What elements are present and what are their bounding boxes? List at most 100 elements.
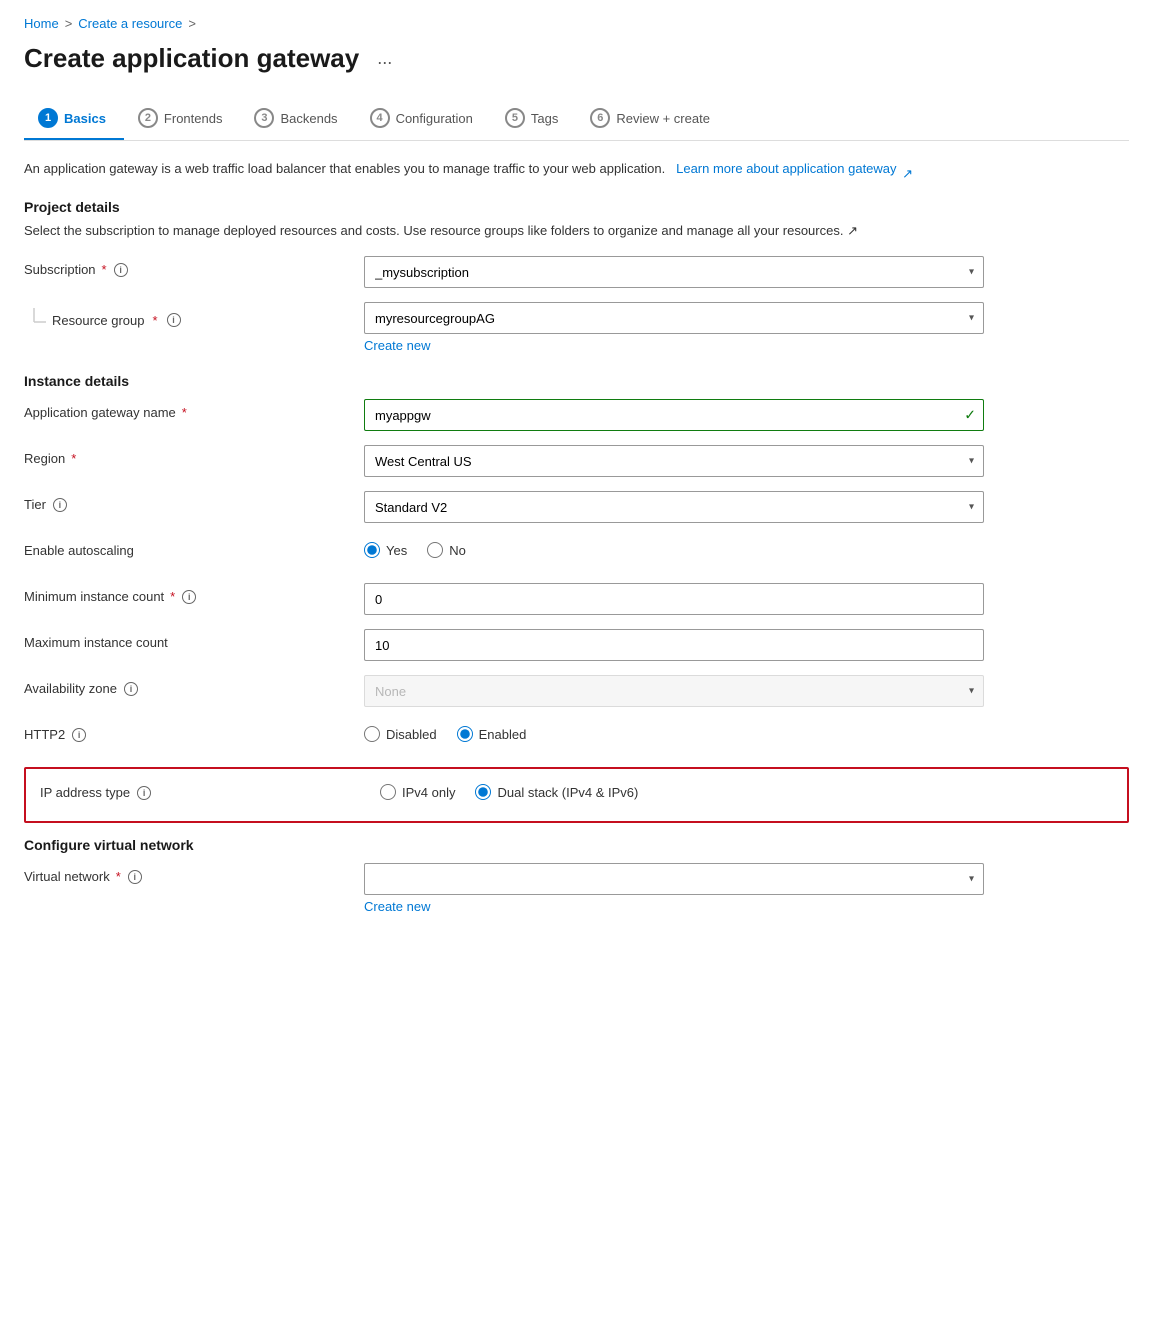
autoscaling-yes-label: Yes <box>386 543 407 558</box>
http2-disabled-radio[interactable] <box>364 726 380 742</box>
vnet-title: Configure virtual network <box>24 837 1129 853</box>
project-details-desc: Select the subscription to manage deploy… <box>24 221 1129 241</box>
gateway-name-input[interactable] <box>364 399 984 431</box>
autoscaling-no-option[interactable]: No <box>427 542 466 558</box>
tab-description: An application gateway is a web traffic … <box>24 159 1129 179</box>
breadcrumb-sep1: > <box>65 16 73 31</box>
learn-more-link[interactable]: Learn more about application gateway ↗ <box>672 161 914 176</box>
vnet-required: * <box>116 869 121 884</box>
indent-line-icon <box>24 308 46 332</box>
region-select-wrapper: West Central US ▾ <box>364 445 984 477</box>
resource-group-select[interactable]: myresourcegroupAG <box>364 302 984 334</box>
ip-type-control: IPv4 only Dual stack (IPv4 & IPv6) <box>380 779 1000 800</box>
ip-type-highlight-box: IP address type i IPv4 only Dual stack (… <box>24 767 1129 823</box>
tier-control: Standard V2 ▾ <box>364 491 984 523</box>
subscription-label: Subscription * i <box>24 256 364 277</box>
ip-type-ipv4-label: IPv4 only <box>402 785 455 800</box>
tab-basics[interactable]: 1 Basics <box>24 98 124 140</box>
subscription-select[interactable]: _mysubscription <box>364 256 984 288</box>
ip-type-ipv4-option[interactable]: IPv4 only <box>380 784 455 800</box>
tab-backends[interactable]: 3 Backends <box>240 98 355 140</box>
resource-group-info-icon[interactable]: i <box>167 313 181 327</box>
min-count-input[interactable] <box>364 583 984 615</box>
gateway-name-wrapper: ✓ <box>364 399 984 431</box>
resource-group-create-new-link[interactable]: Create new <box>364 338 430 353</box>
region-label: Region * <box>24 445 364 466</box>
http2-enabled-label: Enabled <box>479 727 527 742</box>
vnet-control: ▾ Create new <box>364 863 984 914</box>
region-required: * <box>71 451 76 466</box>
min-count-required: * <box>170 589 175 604</box>
tab-configuration[interactable]: 4 Configuration <box>356 98 491 140</box>
max-count-input[interactable] <box>364 629 984 661</box>
http2-enabled-option[interactable]: Enabled <box>457 726 527 742</box>
resource-group-select-wrapper: myresourcegroupAG ▾ <box>364 302 984 334</box>
ip-type-dual-option[interactable]: Dual stack (IPv4 & IPv6) <box>475 784 638 800</box>
ip-type-row: IP address type i IPv4 only Dual stack (… <box>40 779 1113 811</box>
http2-control: Disabled Enabled <box>364 721 984 742</box>
ip-type-dual-radio[interactable] <box>475 784 491 800</box>
avail-zone-select[interactable]: None <box>364 675 984 707</box>
ip-type-info-icon[interactable]: i <box>137 786 151 800</box>
tab-review-number: 6 <box>590 108 610 128</box>
autoscaling-yes-radio[interactable] <box>364 542 380 558</box>
min-count-info-icon[interactable]: i <box>182 590 196 604</box>
tab-frontends-number: 2 <box>138 108 158 128</box>
tab-configuration-number: 4 <box>370 108 390 128</box>
min-count-label: Minimum instance count * i <box>24 583 364 604</box>
breadcrumb-create-resource[interactable]: Create a resource <box>78 16 182 31</box>
region-select[interactable]: West Central US <box>364 445 984 477</box>
breadcrumb: Home > Create a resource > <box>24 16 1129 31</box>
autoscaling-radio-group: Yes No <box>364 537 984 558</box>
tier-select[interactable]: Standard V2 <box>364 491 984 523</box>
avail-zone-control: None ▾ <box>364 675 984 707</box>
vnet-label: Virtual network * i <box>24 863 364 884</box>
external-link-icon: ↗ <box>902 164 914 176</box>
vnet-info-icon[interactable]: i <box>128 870 142 884</box>
breadcrumb-home[interactable]: Home <box>24 16 59 31</box>
project-details-section: Project details Select the subscription … <box>24 199 1129 354</box>
autoscaling-control: Yes No <box>364 537 984 558</box>
page-title: Create application gateway <box>24 43 359 74</box>
tab-configuration-label: Configuration <box>396 111 473 126</box>
min-count-row: Minimum instance count * i <box>24 583 1129 615</box>
vnet-select[interactable] <box>364 863 984 895</box>
resource-group-label: Resource group <box>52 313 145 328</box>
subscription-select-wrapper: _mysubscription ▾ <box>364 256 984 288</box>
subscription-required: * <box>102 262 107 277</box>
http2-info-icon[interactable]: i <box>72 728 86 742</box>
max-count-row: Maximum instance count <box>24 629 1129 661</box>
tab-tags[interactable]: 5 Tags <box>491 98 576 140</box>
instance-details-section: Instance details Application gateway nam… <box>24 373 1129 823</box>
project-desc-ext-icon: ↗ <box>847 223 858 238</box>
tab-tags-label: Tags <box>531 111 558 126</box>
tab-basics-number: 1 <box>38 108 58 128</box>
max-count-control <box>364 629 984 661</box>
tier-info-icon[interactable]: i <box>53 498 67 512</box>
tab-review-create[interactable]: 6 Review + create <box>576 98 728 140</box>
resource-group-label-container: Resource group * i <box>24 302 364 332</box>
tab-basics-label: Basics <box>64 111 106 126</box>
http2-enabled-radio[interactable] <box>457 726 473 742</box>
autoscaling-no-radio[interactable] <box>427 542 443 558</box>
subscription-info-icon[interactable]: i <box>114 263 128 277</box>
tier-select-wrapper: Standard V2 ▾ <box>364 491 984 523</box>
avail-zone-info-icon[interactable]: i <box>124 682 138 696</box>
tier-label: Tier i <box>24 491 364 512</box>
tab-review-label: Review + create <box>616 111 710 126</box>
ip-type-ipv4-radio[interactable] <box>380 784 396 800</box>
avail-zone-select-wrapper: None ▾ <box>364 675 984 707</box>
vnet-create-new-link[interactable]: Create new <box>364 899 430 914</box>
resource-group-indent: Resource group * i <box>24 308 181 332</box>
avail-zone-label: Availability zone i <box>24 675 364 696</box>
gateway-name-label: Application gateway name * <box>24 399 364 420</box>
autoscaling-row: Enable autoscaling Yes No <box>24 537 1129 569</box>
ellipsis-button[interactable]: ... <box>371 46 398 71</box>
ip-type-radio-group: IPv4 only Dual stack (IPv4 & IPv6) <box>380 779 1000 800</box>
autoscaling-yes-option[interactable]: Yes <box>364 542 407 558</box>
resource-group-row: Resource group * i myresourcegroupAG ▾ C… <box>24 302 1129 353</box>
description-text: An application gateway is a web traffic … <box>24 161 665 176</box>
tab-frontends[interactable]: 2 Frontends <box>124 98 241 140</box>
http2-disabled-option[interactable]: Disabled <box>364 726 437 742</box>
gateway-name-control: ✓ <box>364 399 984 431</box>
